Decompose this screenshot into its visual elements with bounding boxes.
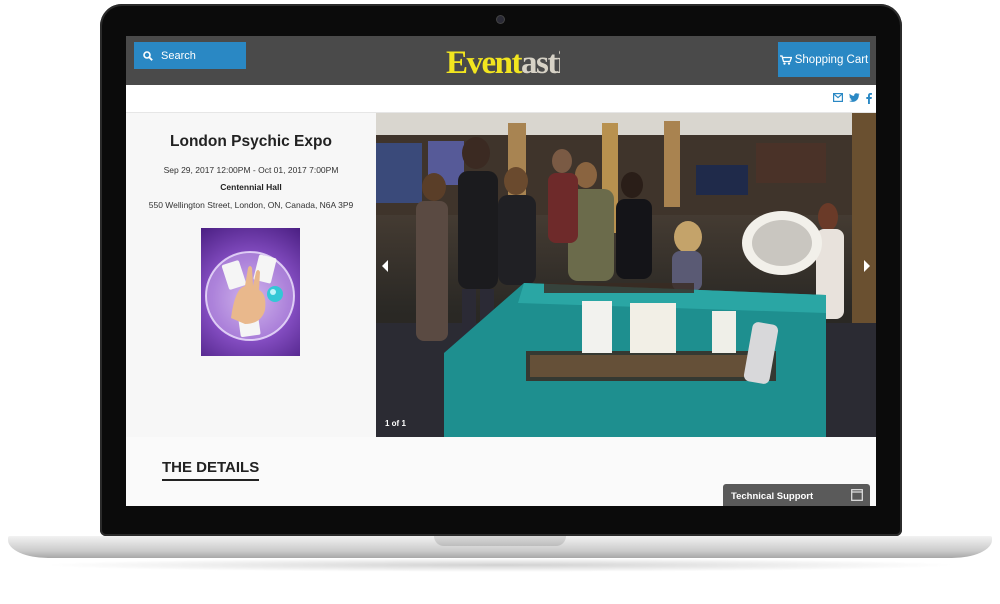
- share-bar: [126, 85, 876, 113]
- slider-prev-arrow[interactable]: [380, 259, 390, 273]
- webcam: [497, 16, 504, 23]
- event-photo-slider[interactable]: 1 of 1: [376, 113, 876, 437]
- twitter-icon[interactable]: [849, 93, 860, 102]
- facebook-icon[interactable]: [866, 93, 872, 104]
- crystal-ball-illustration: [205, 251, 295, 341]
- svg-text:Eventastic: Eventastic: [446, 45, 560, 81]
- search-label: Search: [161, 49, 196, 62]
- event-info-panel: London Psychic Expo Sep 29, 2017 12:00PM…: [126, 113, 376, 437]
- laptop-shadow: [40, 558, 960, 572]
- details-text-cutoff: [162, 497, 682, 506]
- details-section: THE DETAILS Technical Support: [126, 437, 876, 506]
- details-heading: THE DETAILS: [162, 459, 260, 481]
- slide-counter: 1 of 1: [385, 419, 406, 428]
- email-icon[interactable]: [833, 93, 843, 102]
- eventastic-logo: Eventastic: [446, 45, 580, 81]
- event-photo: [376, 113, 876, 437]
- event-venue: Centennial Hall: [220, 182, 282, 192]
- support-label: Technical Support: [731, 491, 814, 502]
- technical-support-widget[interactable]: Technical Support: [723, 484, 870, 506]
- top-navbar: Search Eventastic Shopping Cart: [126, 36, 876, 85]
- event-address: 550 Wellington Street, London, ON, Canad…: [148, 200, 354, 210]
- event-dates: Sep 29, 2017 12:00PM - Oct 01, 2017 7:00…: [163, 165, 339, 175]
- event-title: London Psychic Expo: [170, 133, 332, 150]
- laptop-notch: [434, 536, 566, 546]
- search-button[interactable]: Search: [134, 42, 246, 69]
- laptop-screen: Search Eventastic Shopping Cart: [126, 36, 876, 506]
- chat-window-icon: [851, 489, 863, 501]
- cart-icon: [779, 54, 792, 65]
- event-thumbnail[interactable]: [201, 228, 300, 356]
- shopping-cart-button[interactable]: Shopping Cart: [778, 42, 870, 77]
- slider-next-arrow[interactable]: [862, 259, 872, 273]
- search-icon: [143, 50, 153, 61]
- site-logo[interactable]: Eventastic: [446, 42, 580, 82]
- cart-label: Shopping Cart: [794, 53, 869, 66]
